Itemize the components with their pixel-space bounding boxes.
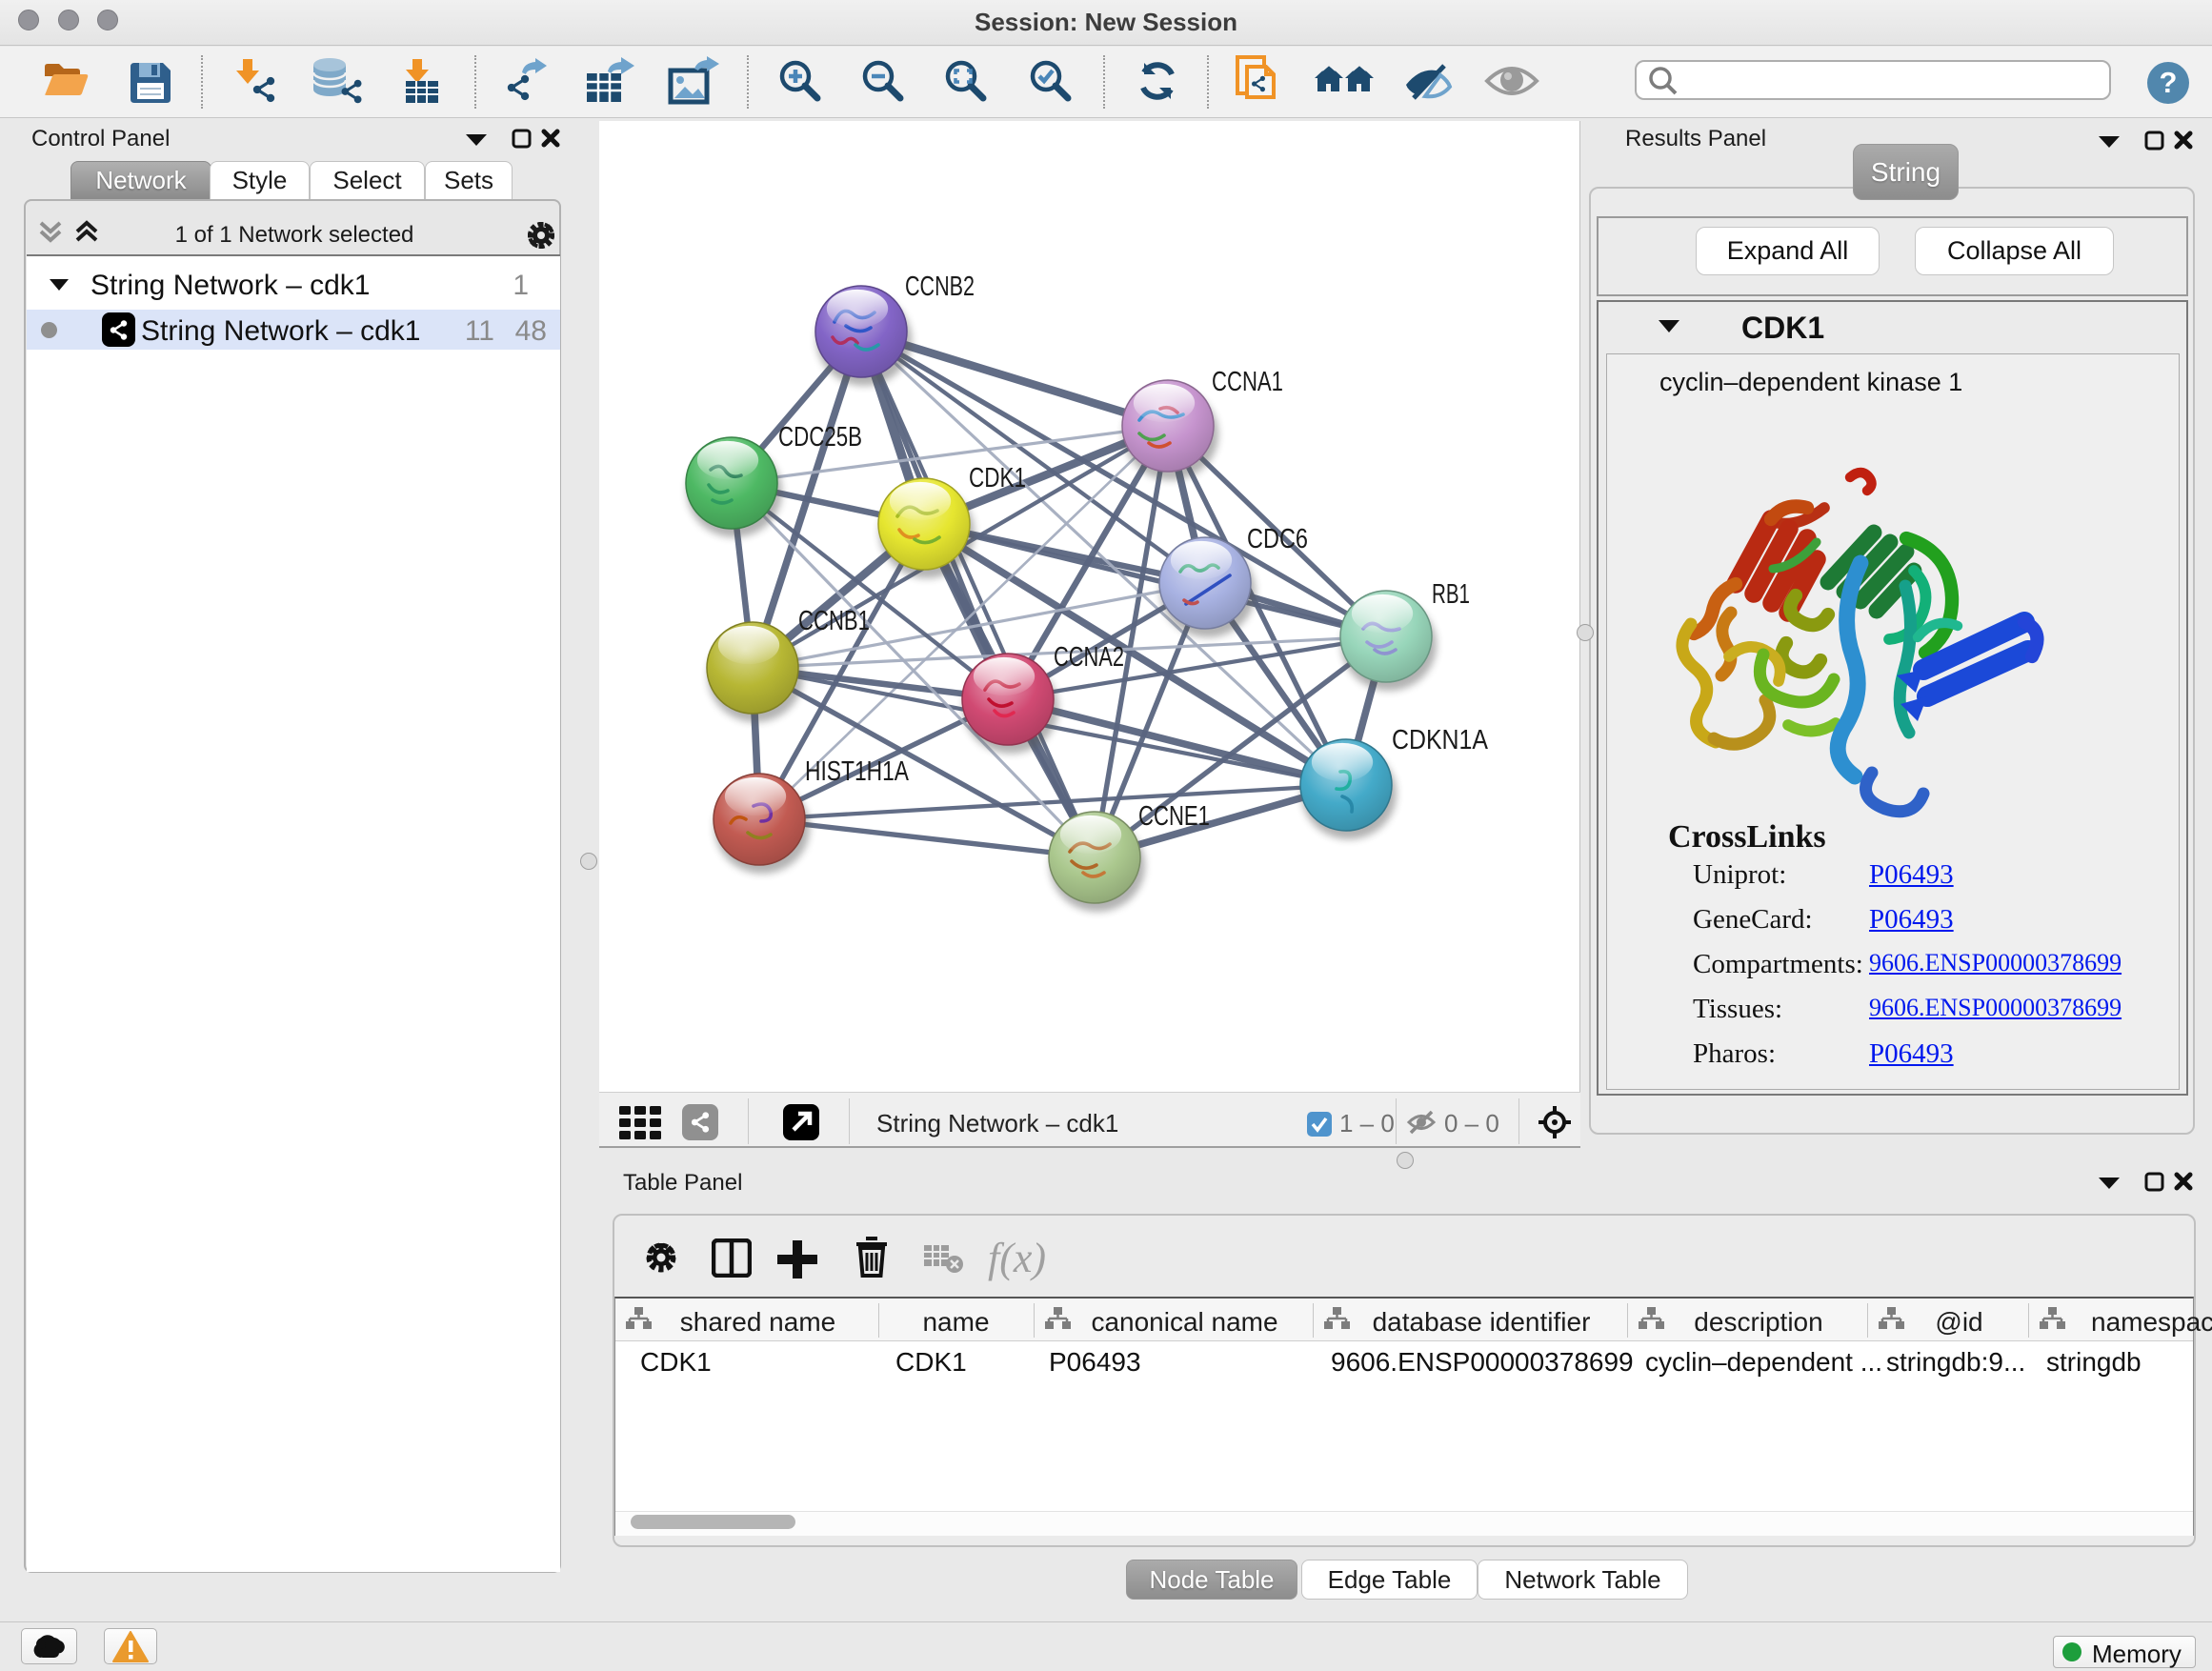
svg-text:CDC6: CDC6 [1247, 524, 1308, 554]
svg-text:CCNB2: CCNB2 [905, 272, 975, 302]
svg-text:HIST1H1A: HIST1H1A [805, 756, 910, 787]
svg-text:CCNA2: CCNA2 [1054, 642, 1124, 673]
svg-text:RB1: RB1 [1432, 579, 1470, 610]
svg-text:CCNB1: CCNB1 [798, 606, 870, 636]
svg-text:CDKN1A: CDKN1A [1392, 725, 1489, 755]
svg-text:CCNA1: CCNA1 [1212, 367, 1283, 397]
svg-text:CCNE1: CCNE1 [1138, 801, 1210, 832]
svg-text:CDK1: CDK1 [969, 463, 1026, 493]
svg-text:CDC25B: CDC25B [778, 422, 862, 453]
